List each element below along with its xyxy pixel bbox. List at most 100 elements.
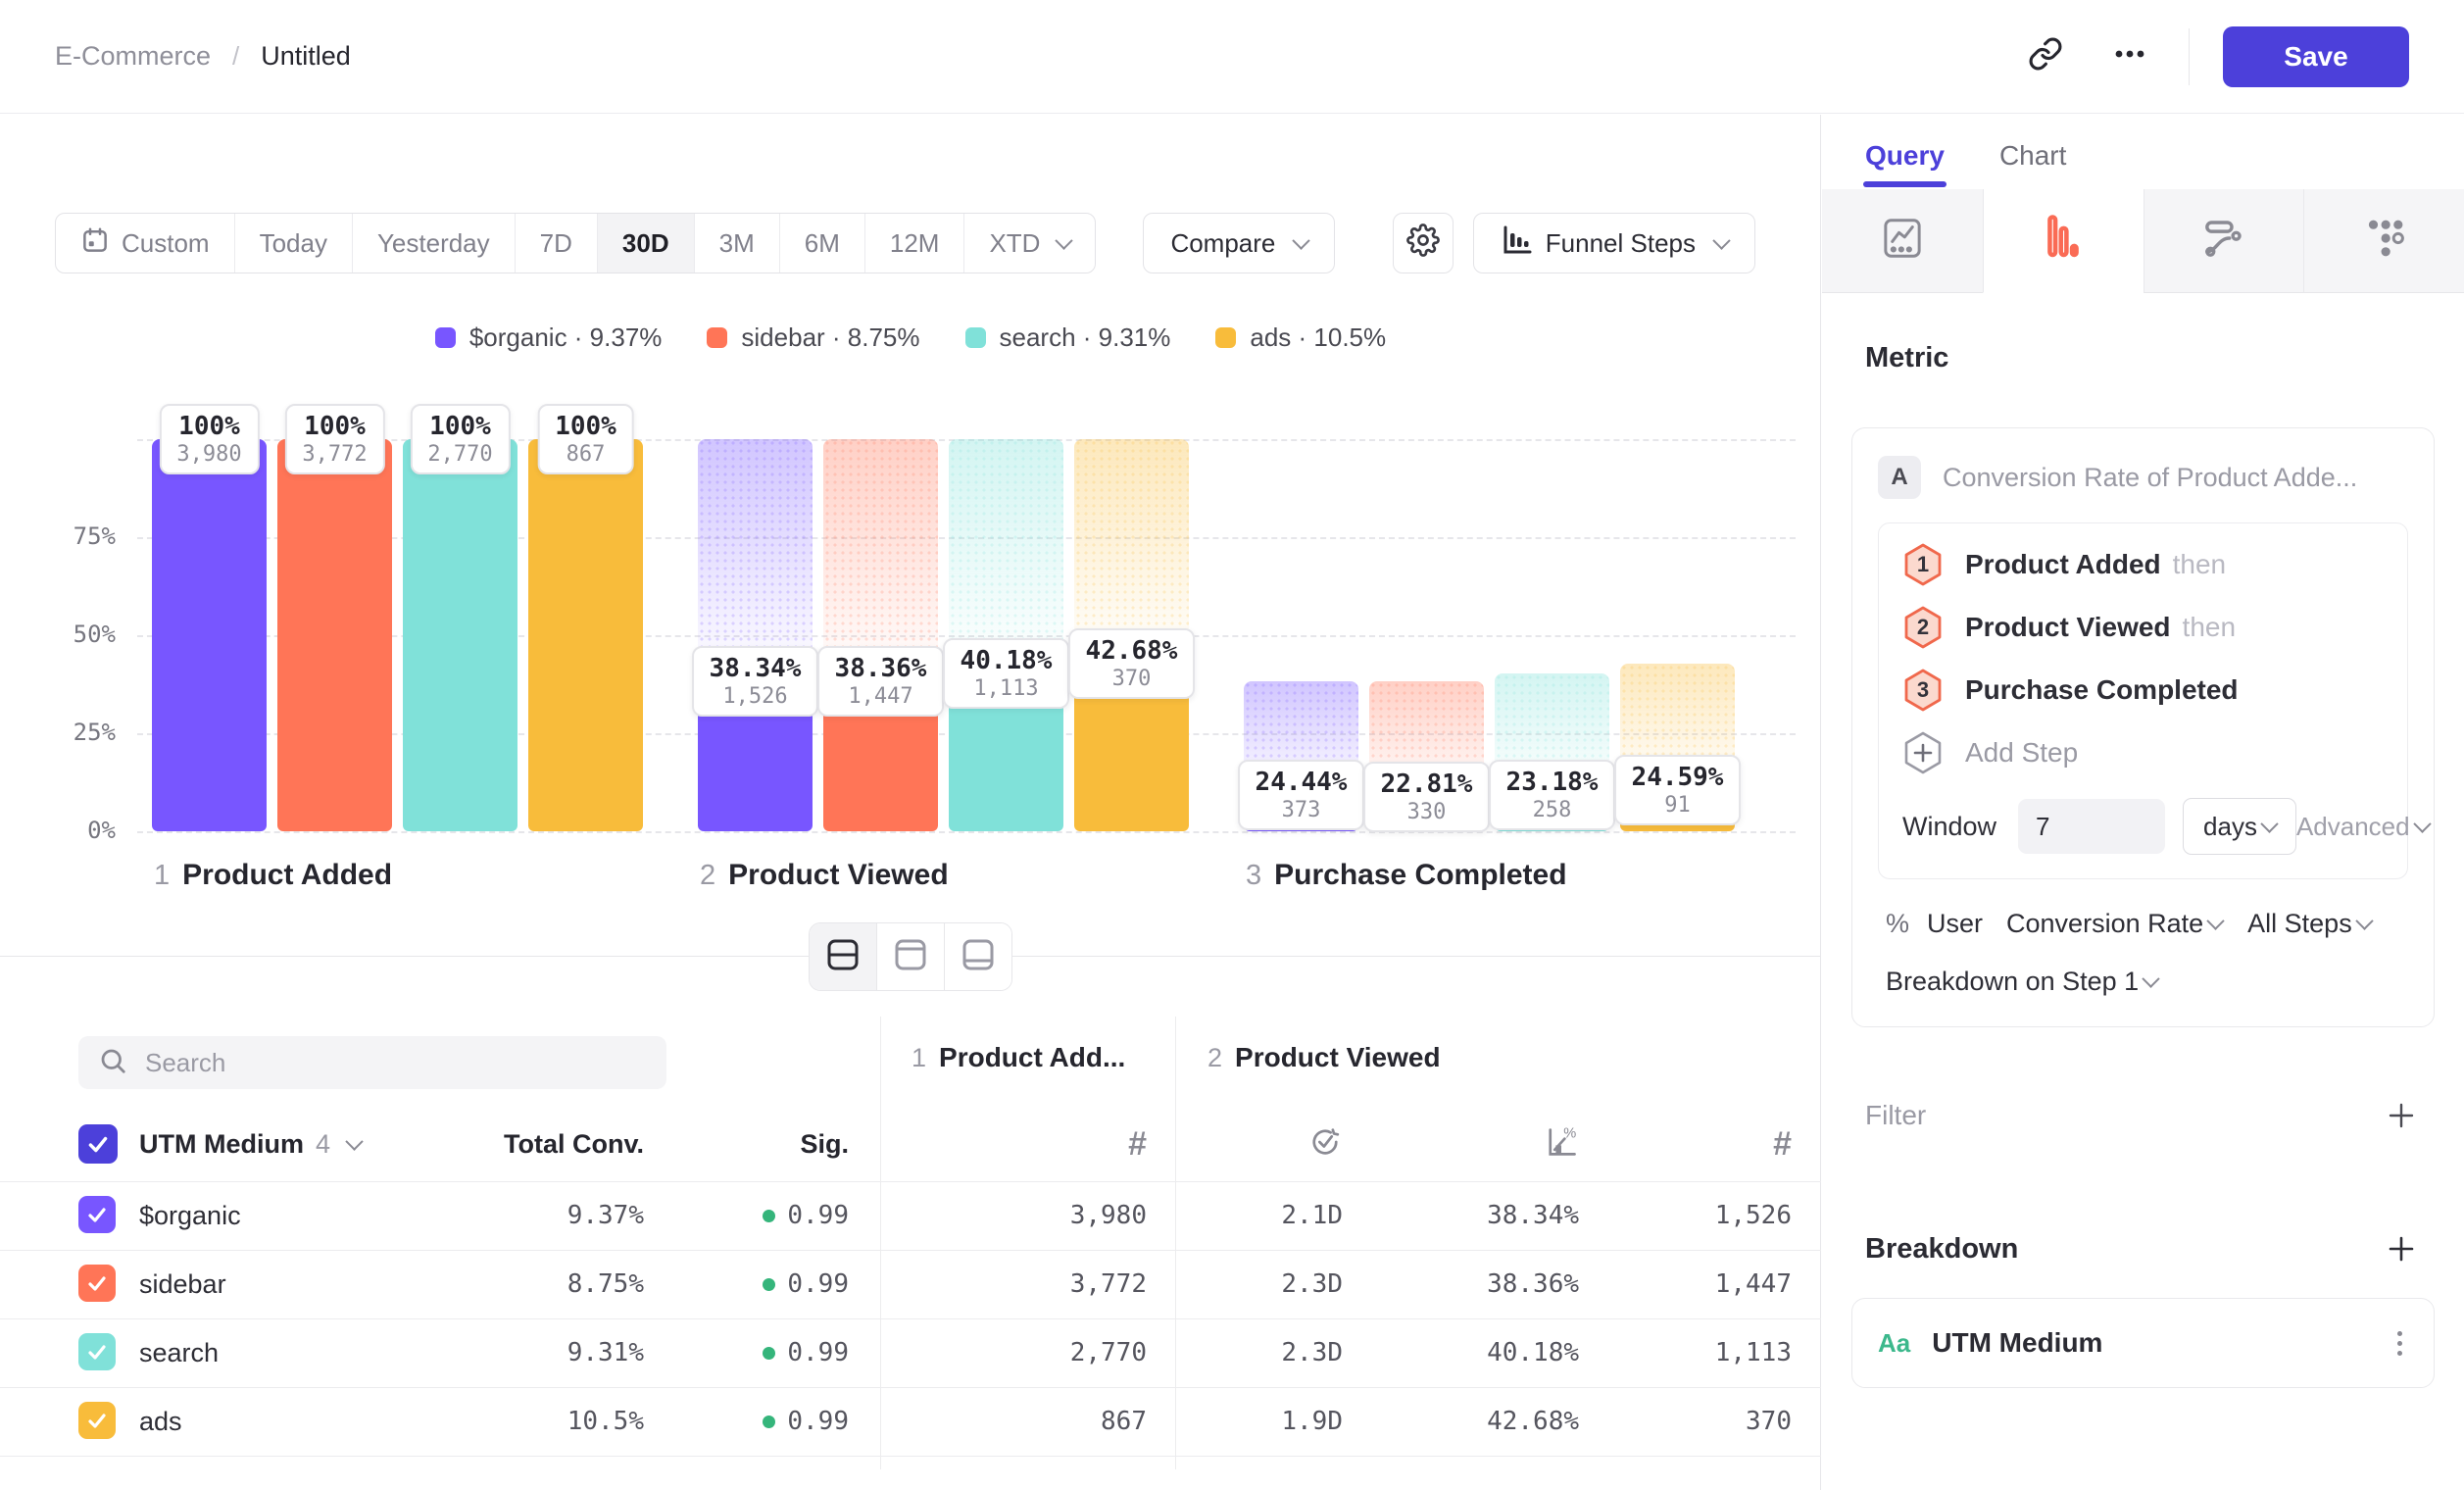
funnel-bar-ads-step1[interactable] [528, 439, 643, 831]
legend-item-search[interactable]: search · 9.31% [965, 323, 1171, 353]
chart-settings-button[interactable] [1393, 213, 1454, 273]
table-row-ads[interactable]: ads10.5%0.998671.9D42.68%370 [0, 1387, 1821, 1456]
table-step2-header[interactable]: 2 Product Viewed [1207, 1042, 1441, 1073]
legend-item-ads[interactable]: ads · 10.5% [1215, 323, 1386, 353]
bar-value-callout: 42.68%370 [1068, 628, 1196, 699]
bar-value-callout: 38.36%1,447 [817, 646, 945, 717]
total-conv-value: 9.37% [412, 1181, 644, 1250]
breakdown-step-dropdown[interactable]: Breakdown on Step 1 [1878, 967, 2408, 997]
layout-split-button[interactable] [810, 923, 877, 990]
range-xtd[interactable]: XTD [964, 214, 1095, 273]
tab-query[interactable]: Query [1865, 140, 1945, 187]
table-row-organic[interactable]: $organic9.37%0.993,9802.1D38.34%1,526 [0, 1181, 1821, 1250]
compare-button[interactable]: Compare [1143, 213, 1335, 273]
breakdown-property-label: UTM Medium [139, 1129, 304, 1160]
funnel-bar-organic-step1[interactable] [152, 439, 267, 831]
breakdown-property-card[interactable]: Aa UTM Medium [1851, 1298, 2435, 1388]
row-checkbox[interactable] [78, 1402, 116, 1439]
range-7d[interactable]: 7D [516, 214, 598, 273]
range-6m[interactable]: 6M [780, 214, 865, 273]
query-panel-body: Metric A Conversion Rate of Product Adde… [1822, 342, 2464, 1388]
range-yesterday[interactable]: Yesterday [353, 214, 516, 273]
toolbar-right: Funnel Steps [1393, 213, 1755, 273]
bar-count-label: 1,447 [835, 684, 927, 709]
row-checkbox[interactable] [78, 1196, 116, 1233]
entity-label[interactable]: User [1927, 909, 1983, 939]
step2-count-value: 1,447 [1617, 1250, 1792, 1318]
add-filter-button[interactable] [2382, 1096, 2421, 1135]
step2-time-value: 2.3D [1206, 1250, 1343, 1318]
sig-column-header[interactable]: Sig. [686, 1115, 849, 1173]
funnel-bar-search-step1[interactable] [403, 439, 517, 831]
search-input[interactable] [143, 1047, 647, 1079]
query-step-3[interactable]: 3Purchase Completed [1902, 659, 2384, 721]
step-number: 1 [912, 1043, 926, 1073]
measure-dropdown[interactable]: Conversion Rate [2006, 909, 2222, 939]
table-column-header-row: UTM Medium 4 Total Conv. Sig. # % # [0, 1115, 1821, 1173]
total-conv-value: 10.5% [412, 1387, 644, 1456]
y-axis-label: 50% [0, 621, 116, 648]
select-all-checkbox[interactable] [78, 1124, 118, 1164]
legend-item-sidebar[interactable]: sidebar · 8.75% [707, 323, 919, 353]
advanced-toggle[interactable]: Advanced [2296, 812, 2429, 842]
tab-chart[interactable]: Chart [1999, 140, 2066, 187]
table-row-sidebar[interactable]: sidebar8.75%0.993,7722.3D38.36%1,447 [0, 1250, 1821, 1318]
y-axis-label: 0% [0, 817, 116, 844]
tab-insights[interactable] [1822, 189, 1983, 293]
range-12m[interactable]: 12M [865, 214, 965, 273]
step-axis-label-1: 1Product Added [154, 859, 392, 892]
step2-time-column[interactable] [1206, 1115, 1343, 1173]
bar-count-label: 1,113 [961, 676, 1053, 701]
step-name: Product Viewed [1235, 1042, 1441, 1073]
steps-scope-dropdown[interactable]: All Steps [2247, 909, 2371, 939]
measure-label: Conversion Rate [2006, 909, 2203, 939]
calendar-icon [80, 225, 110, 262]
range-custom[interactable]: Custom [56, 214, 235, 273]
step1-count-column[interactable]: # [941, 1115, 1147, 1173]
save-button[interactable]: Save [2223, 26, 2409, 87]
window-value-input[interactable] [2018, 799, 2165, 854]
funnel-bar-sidebar-step1[interactable] [277, 439, 392, 831]
layout-chart-only-button[interactable] [877, 923, 945, 990]
bar-count-label: 91 [1632, 793, 1724, 818]
add-step-button[interactable]: Add Step [1902, 721, 2384, 784]
count-icon: # [1128, 1125, 1147, 1164]
tab-funnels[interactable] [1983, 189, 2144, 293]
step-number-hexagon: 1 [1902, 542, 1944, 587]
query-step-1[interactable]: 1Product Addedthen [1902, 533, 2384, 596]
step-axis-label-3: 3Purchase Completed [1246, 859, 1567, 892]
bar-value-callout: 24.59%91 [1614, 755, 1742, 825]
table-step1-header[interactable]: 1 Product Add... [912, 1042, 1125, 1073]
window-unit-select[interactable]: days [2183, 798, 2296, 855]
tab-flows[interactable] [2144, 189, 2304, 293]
legend-item-organic[interactable]: $organic · 9.37% [435, 323, 663, 353]
add-breakdown-button[interactable] [2382, 1229, 2421, 1268]
row-checkbox[interactable] [78, 1265, 116, 1302]
range-3m[interactable]: 3M [695, 214, 780, 273]
step2-conversion-column[interactable]: % [1402, 1115, 1579, 1173]
report-title[interactable]: Untitled [261, 41, 351, 72]
kebab-menu-icon[interactable] [2391, 1325, 2408, 1362]
range-30d[interactable]: 30D [598, 214, 695, 273]
query-step-2[interactable]: 2Product Viewedthen [1902, 596, 2384, 659]
window-unit-label: days [2203, 812, 2257, 842]
bar-value-callout: 24.44%373 [1238, 760, 1365, 830]
chevron-down-icon [2260, 815, 2278, 832]
window-label: Window [1902, 812, 1996, 842]
step-then-label: then [2183, 612, 2237, 643]
breakdown-column-header[interactable]: UTM Medium 4 [139, 1115, 361, 1173]
step2-count-column[interactable]: # [1617, 1115, 1792, 1173]
layout-table-only-button[interactable] [945, 923, 1011, 990]
total-conv-column-header[interactable]: Total Conv. [412, 1115, 644, 1173]
top-bar: E-Commerce / Untitled Save [0, 0, 2464, 114]
more-actions-button[interactable] [2104, 31, 2155, 82]
range-today[interactable]: Today [235, 214, 353, 273]
significance-dot-icon [763, 1347, 775, 1360]
tab-retention[interactable] [2303, 189, 2464, 293]
row-checkbox[interactable] [78, 1333, 116, 1370]
table-row-search[interactable]: search9.31%0.992,7702.3D40.18%1,113 [0, 1318, 1821, 1387]
metric-title-row[interactable]: A Conversion Rate of Product Adde... [1878, 456, 2408, 499]
share-link-button[interactable] [2020, 31, 2071, 82]
chart-type-dropdown[interactable]: Funnel Steps [1473, 213, 1755, 273]
breadcrumb-board[interactable]: E-Commerce [55, 41, 211, 72]
